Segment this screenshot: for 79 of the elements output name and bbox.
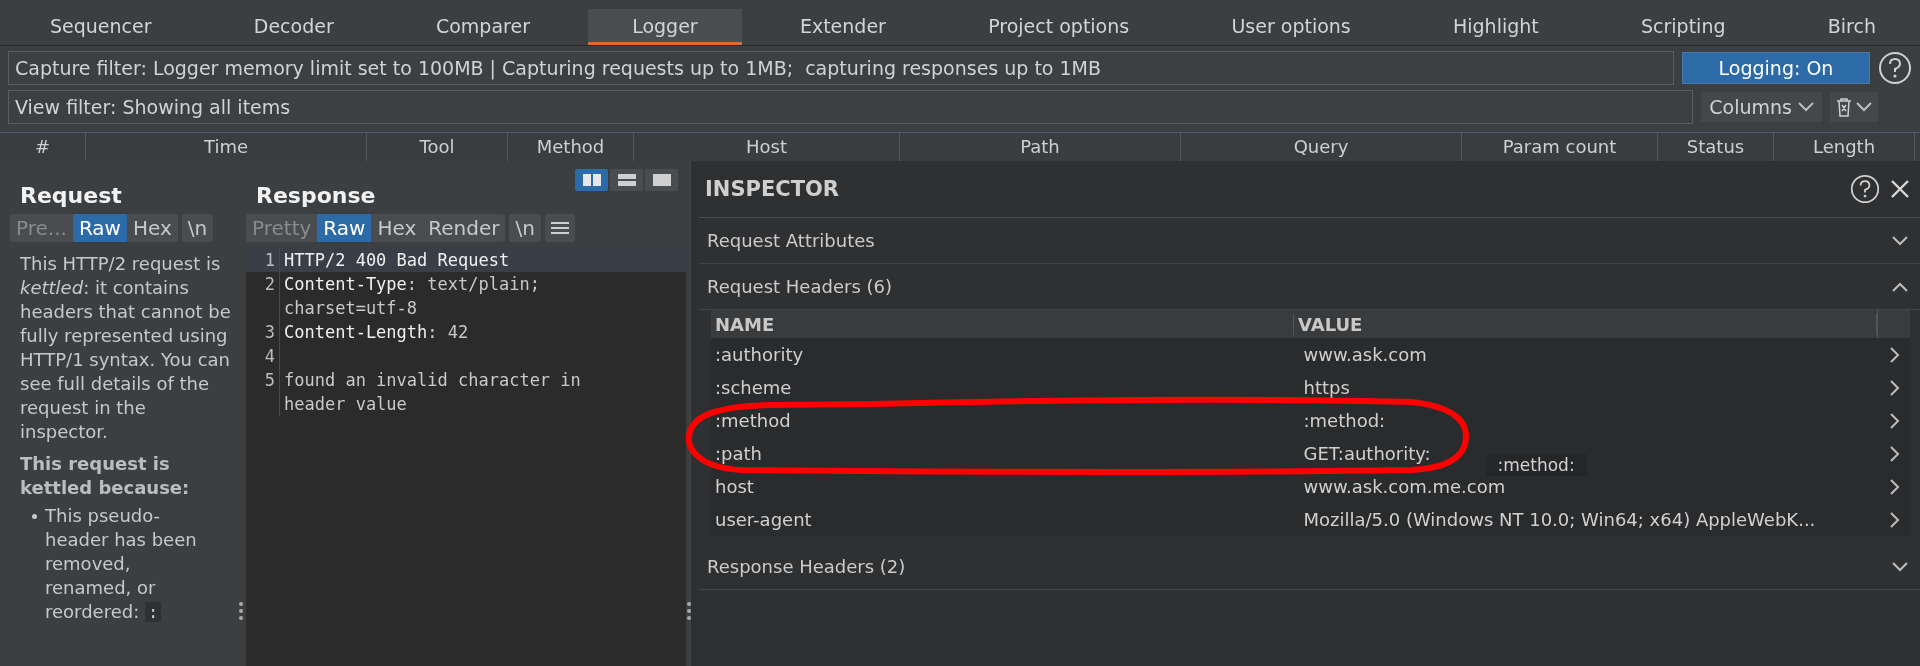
line-number: 4 bbox=[263, 345, 275, 368]
help-icon[interactable] bbox=[1878, 51, 1912, 85]
tool-tab[interactable]: Scripting bbox=[1597, 9, 1770, 45]
tool-tab[interactable]: Comparer bbox=[391, 9, 574, 45]
line-number: 1 bbox=[263, 249, 275, 272]
drag-handle-icon[interactable] bbox=[238, 601, 244, 621]
single-pane-icon bbox=[652, 174, 671, 186]
line-number: 5 bbox=[263, 369, 275, 392]
kettled-reason-title: This request is kettled because: bbox=[20, 452, 191, 500]
view-filter-bar[interactable]: View filter: Showing all items bbox=[8, 90, 1694, 124]
response-editor[interactable]: 1 HTTP/2 400 Bad Request 2 Content-Type: text/plain; charset=utf-8 3 Content-Length: 42 4 5 found an invalid character in header value bbox=[246, 248, 686, 666]
header-value: www.ask.com bbox=[1303, 344, 1427, 365]
section-header[interactable]: Response Headers (2) bbox=[699, 544, 1920, 590]
section-header[interactable]: Request Attributes bbox=[699, 218, 1920, 264]
header-value: https bbox=[1303, 377, 1350, 398]
capture-filter-bar[interactable]: Capture filter: Logger memory limit set to 100MB | Capturing requests up to 1MB; capturing responses up to 1MB bbox=[8, 51, 1674, 85]
chevron-icon bbox=[1892, 561, 1908, 572]
header-value: GET:authority: bbox=[1303, 443, 1431, 464]
line-number: 3 bbox=[263, 321, 275, 344]
chevron-right-icon[interactable] bbox=[1888, 511, 1900, 528]
tool-tab[interactable]: Logger bbox=[588, 9, 742, 45]
editor-tab[interactable]: Hex bbox=[126, 214, 178, 242]
tool-tab[interactable]: User options bbox=[1187, 9, 1395, 45]
header-name: :authority bbox=[714, 344, 805, 365]
value-tooltip: :method: bbox=[1485, 454, 1587, 476]
editor-tab[interactable]: \n bbox=[509, 214, 541, 242]
close-icon[interactable] bbox=[1890, 179, 1910, 199]
editor-tab[interactable]: Raw bbox=[72, 214, 127, 242]
header-value: :method: bbox=[1303, 410, 1386, 431]
grid-column-header: VALUE bbox=[1294, 313, 1877, 335]
editor-tab[interactable]: Raw bbox=[317, 214, 372, 242]
tool-tab[interactable]: Highlight bbox=[1409, 9, 1583, 45]
header-value: www.ask.com.me.com bbox=[1303, 476, 1506, 497]
inspector-title: INSPECTOR bbox=[704, 177, 839, 201]
chevron-right-icon[interactable] bbox=[1888, 445, 1900, 462]
clear-dropdown[interactable] bbox=[1830, 92, 1878, 122]
tool-tab[interactable]: Project options bbox=[944, 9, 1174, 45]
chevron-right-icon[interactable] bbox=[1888, 346, 1900, 363]
code-line: HTTP/2 400 Bad Request bbox=[283, 249, 510, 272]
drag-handle-icon[interactable] bbox=[686, 601, 692, 621]
chevron-up-icon bbox=[1892, 281, 1908, 292]
layout-button[interactable] bbox=[610, 169, 643, 191]
editor-tab[interactable]: \n bbox=[181, 214, 214, 242]
chevron-icon bbox=[1856, 102, 1872, 112]
chevron-icon bbox=[1798, 102, 1814, 112]
header-name: :method bbox=[714, 410, 792, 431]
header-name: :scheme bbox=[714, 377, 793, 398]
tool-tab[interactable]: Sequencer bbox=[6, 9, 196, 45]
layout-button[interactable] bbox=[575, 169, 608, 191]
kettled-reason: This pseudo-header has been removed, renamed, or reordered: : bbox=[45, 504, 198, 624]
header-name: host bbox=[714, 476, 755, 497]
chevron-right-icon[interactable] bbox=[1888, 379, 1900, 396]
grid-column-header: NAME bbox=[711, 313, 1294, 335]
editor-tab[interactable]: Render bbox=[422, 214, 506, 242]
header-value: Mozilla/5.0 (Windows NT 10.0; Win64; x64) AppleWebK... bbox=[1303, 509, 1816, 530]
trash-icon bbox=[1836, 97, 1852, 117]
code-line: Content-Type: text/plain; charset=utf-8 bbox=[283, 273, 540, 320]
two-columns-icon bbox=[582, 174, 601, 186]
code-line: Content-Length: 42 bbox=[283, 321, 469, 344]
pane-title: Request bbox=[19, 182, 123, 210]
help-icon[interactable] bbox=[1850, 174, 1880, 204]
layout-button[interactable] bbox=[645, 169, 678, 191]
logging-toggle-button[interactable]: Logging: On bbox=[1682, 52, 1870, 84]
chevron-right-icon[interactable] bbox=[1888, 412, 1900, 429]
tool-tab[interactable]: Decoder bbox=[209, 9, 378, 45]
pane-title: Response bbox=[255, 182, 376, 210]
header-name: :path bbox=[714, 443, 763, 464]
tool-tab[interactable]: Extender bbox=[755, 9, 930, 45]
kettled-message: This HTTP/2 request is kettled: it contains headers that cannot be fully represented using HTTP/1 syntax. You can see full details of the request in the inspector. bbox=[20, 252, 232, 444]
header-name: user-agent bbox=[714, 509, 813, 530]
tool-tab[interactable]: Birch bbox=[1783, 9, 1920, 45]
chevron-icon bbox=[1892, 235, 1908, 246]
chevron-right-icon[interactable] bbox=[1888, 478, 1900, 495]
line-number: 2 bbox=[263, 273, 275, 296]
editor-tab[interactable]: Hex bbox=[371, 214, 423, 242]
code-line: found an invalid character in header value bbox=[283, 369, 581, 416]
two-rows-icon bbox=[617, 174, 636, 186]
bullet-icon bbox=[32, 514, 37, 519]
columns-dropdown[interactable]: Columns bbox=[1701, 92, 1822, 122]
